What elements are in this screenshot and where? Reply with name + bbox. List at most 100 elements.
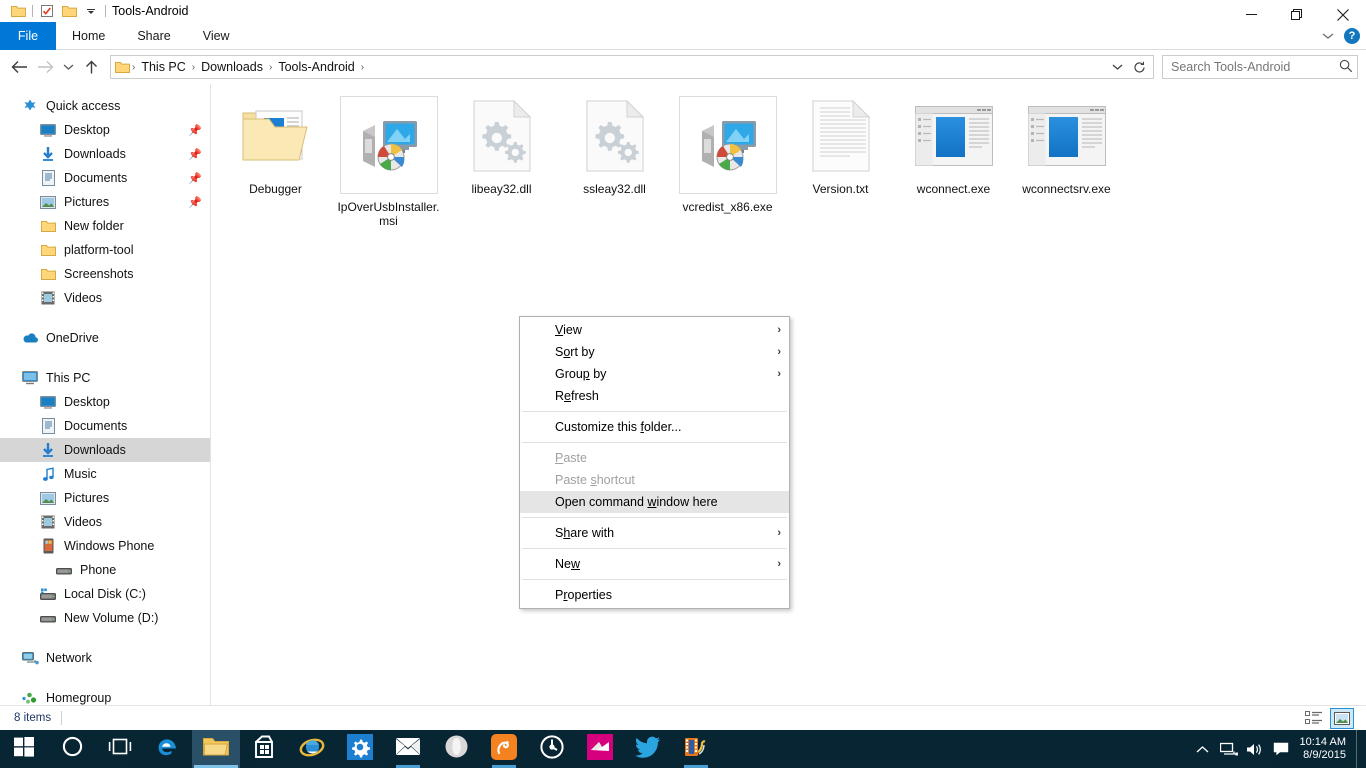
sidebar-label: Pictures bbox=[64, 195, 109, 209]
sidebar-item-onedrive[interactable]: OneDrive bbox=[0, 326, 210, 350]
app-magenta[interactable] bbox=[576, 730, 624, 768]
file-item[interactable]: Version.txt bbox=[784, 92, 897, 228]
sidebar-item-pc-pictures[interactable]: Pictures bbox=[0, 486, 210, 510]
file-item[interactable]: Debugger bbox=[219, 92, 332, 228]
search-icon[interactable] bbox=[1339, 59, 1353, 76]
sidebar-item-this-pc[interactable]: This PC bbox=[0, 366, 210, 390]
sidebar-item-pc-desktop[interactable]: Desktop bbox=[0, 390, 210, 414]
sidebar-item-downloads[interactable]: Downloads 📌 bbox=[0, 142, 210, 166]
show-hidden-icons-chevron[interactable] bbox=[1190, 730, 1216, 768]
up-arrow-icon[interactable] bbox=[78, 54, 104, 80]
documents-icon bbox=[38, 168, 58, 188]
new-folder-icon[interactable] bbox=[58, 0, 80, 22]
sidebar-label: platform-tool bbox=[64, 243, 133, 257]
file-name: wconnect.exe bbox=[917, 182, 990, 196]
twitter[interactable] bbox=[624, 730, 672, 768]
large-icons-view-icon[interactable] bbox=[1330, 708, 1354, 729]
breadcrumb[interactable]: › This PC › Downloads › Tools-Android › bbox=[110, 55, 1154, 79]
details-view-icon[interactable] bbox=[1302, 708, 1326, 729]
action-center-icon[interactable] bbox=[1268, 730, 1294, 768]
tab-file[interactable]: File bbox=[0, 22, 56, 50]
context-menu-item-group-by[interactable]: Group by › bbox=[520, 363, 789, 385]
file-explorer-window: Tools-Android File Home Share View bbox=[0, 0, 1366, 730]
context-menu[interactable]: View › Sort by › Group by › Refresh Cust… bbox=[519, 316, 790, 609]
pin-icon[interactable]: 📌 bbox=[188, 148, 202, 161]
menu-label: Refresh bbox=[555, 389, 599, 403]
sidebar-item-phone[interactable]: Phone bbox=[0, 558, 210, 582]
phone-device-icon bbox=[38, 536, 58, 556]
context-menu-item-refresh[interactable]: Refresh bbox=[520, 385, 789, 407]
search-input[interactable]: Search Tools-Android bbox=[1162, 55, 1358, 79]
tab-home[interactable]: Home bbox=[56, 22, 121, 50]
window-title: Tools-Android bbox=[112, 0, 188, 22]
clock[interactable]: 10:14 AM 8/9/2015 bbox=[1294, 736, 1356, 762]
sidebar-item-quick-access[interactable]: Quick access bbox=[0, 94, 210, 118]
context-menu-item-sort-by[interactable]: Sort by › bbox=[520, 341, 789, 363]
cortana-button[interactable] bbox=[48, 730, 96, 768]
help-button[interactable]: ? bbox=[1344, 28, 1360, 44]
file-item[interactable]: wconnectsrv.exe bbox=[1010, 92, 1123, 228]
folder-icon[interactable] bbox=[7, 0, 29, 22]
pin-icon[interactable]: 📌 bbox=[188, 124, 202, 137]
sidebar-item-network[interactable]: Network bbox=[0, 646, 210, 670]
back-arrow-icon[interactable] bbox=[6, 54, 32, 80]
network-tray-icon[interactable] bbox=[1216, 730, 1242, 768]
chevron-right-icon: › bbox=[777, 324, 781, 336]
context-menu-item-properties[interactable]: Properties bbox=[520, 584, 789, 606]
sidebar-item-pc-videos[interactable]: Videos bbox=[0, 510, 210, 534]
file-item[interactable]: libeay32.dll bbox=[445, 92, 558, 228]
customize-chevron-icon[interactable] bbox=[80, 0, 102, 22]
context-menu-item-open-command-window-here[interactable]: Open command window here bbox=[520, 491, 789, 513]
tab-view[interactable]: View bbox=[187, 22, 246, 50]
address-dropdown-icon[interactable] bbox=[1107, 56, 1127, 78]
breadcrumb-tools-android[interactable]: Tools-Android bbox=[273, 56, 359, 78]
mail-envelope-icon bbox=[395, 737, 421, 761]
sidebar-item-new-folder[interactable]: New folder bbox=[0, 214, 210, 238]
recent-locations-icon[interactable] bbox=[58, 54, 78, 80]
mail[interactable] bbox=[384, 730, 432, 768]
sidebar-item-local-disk-c[interactable]: Local Disk (C:) bbox=[0, 582, 210, 606]
dll-gears-icon bbox=[462, 96, 542, 176]
file-item[interactable]: wconnect.exe bbox=[897, 92, 1010, 228]
refresh-icon[interactable] bbox=[1129, 56, 1149, 78]
sidebar-item-platform-tool[interactable]: platform-tool bbox=[0, 238, 210, 262]
properties-icon[interactable] bbox=[36, 0, 58, 22]
app-circle[interactable] bbox=[528, 730, 576, 768]
start-button[interactable] bbox=[0, 730, 48, 768]
breadcrumb-downloads[interactable]: Downloads bbox=[196, 56, 268, 78]
file-item[interactable]: ssleay32.dll bbox=[558, 92, 671, 228]
file-item[interactable]: vcredist_x86.exe bbox=[671, 92, 784, 228]
task-view-button[interactable] bbox=[96, 730, 144, 768]
pin-icon[interactable]: 📌 bbox=[188, 172, 202, 185]
sidebar-label: Desktop bbox=[64, 123, 110, 137]
windows-store[interactable] bbox=[240, 730, 288, 768]
context-menu-item-new[interactable]: New › bbox=[520, 553, 789, 575]
chevron-down-icon[interactable] bbox=[1322, 27, 1334, 45]
volume-tray-icon[interactable] bbox=[1242, 730, 1268, 768]
sidebar-item-videos[interactable]: Videos bbox=[0, 286, 210, 310]
microsoft-edge[interactable] bbox=[144, 730, 192, 768]
sidebar-item-pc-downloads[interactable]: Downloads bbox=[0, 438, 210, 462]
sidebar-item-pictures[interactable]: Pictures 📌 bbox=[0, 190, 210, 214]
show-desktop-button[interactable] bbox=[1356, 730, 1364, 768]
media-app[interactable] bbox=[672, 730, 720, 768]
uc-browser[interactable] bbox=[480, 730, 528, 768]
sidebar-item-music[interactable]: Music bbox=[0, 462, 210, 486]
context-menu-item-customize-this-folder[interactable]: Customize this folder... bbox=[520, 416, 789, 438]
context-menu-item-view[interactable]: View › bbox=[520, 319, 789, 341]
internet-explorer[interactable] bbox=[288, 730, 336, 768]
file-explorer[interactable] bbox=[192, 730, 240, 768]
sidebar-item-windows-phone[interactable]: Windows Phone bbox=[0, 534, 210, 558]
sidebar-item-documents[interactable]: Documents 📌 bbox=[0, 166, 210, 190]
context-menu-item-share-with[interactable]: Share with › bbox=[520, 522, 789, 544]
tab-share[interactable]: Share bbox=[121, 22, 186, 50]
opera-browser[interactable] bbox=[432, 730, 480, 768]
sidebar-item-screenshots[interactable]: Screenshots bbox=[0, 262, 210, 286]
file-item[interactable]: IpOverUsbInstaller.msi bbox=[332, 92, 445, 228]
breadcrumb-this-pc[interactable]: This PC bbox=[136, 56, 190, 78]
pin-icon[interactable]: 📌 bbox=[188, 196, 202, 209]
sidebar-item-new-volume-d[interactable]: New Volume (D:) bbox=[0, 606, 210, 630]
sidebar-item-pc-documents[interactable]: Documents bbox=[0, 414, 210, 438]
sidebar-item-desktop[interactable]: Desktop 📌 bbox=[0, 118, 210, 142]
settings[interactable] bbox=[336, 730, 384, 768]
